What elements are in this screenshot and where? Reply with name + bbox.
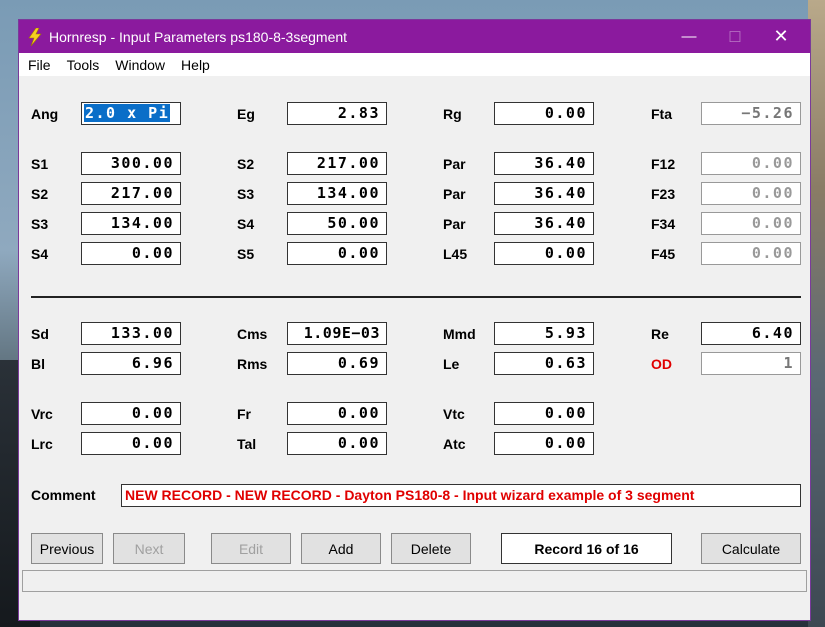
label-bl: Bl [31, 356, 45, 372]
label-cms: Cms [237, 326, 268, 342]
field-par-2[interactable]: 36.40 [494, 182, 594, 205]
field-s4[interactable]: 50.00 [287, 212, 387, 235]
label-tal: Tal [237, 436, 257, 452]
label-par-2: Par [443, 186, 466, 202]
label-s3-row3: S3 [31, 216, 49, 232]
field-mmd[interactable]: 5.93 [494, 322, 594, 345]
label-ang: Ang [31, 106, 59, 122]
status-bar [22, 570, 807, 592]
menu-tools[interactable]: Tools [60, 57, 107, 73]
label-f12: F12 [651, 156, 676, 172]
field-ang-value: 2.0 x Pi [84, 104, 171, 122]
field-s2[interactable]: 217.00 [287, 152, 387, 175]
field-tal[interactable]: 0.00 [287, 432, 387, 455]
label-eg: Eg [237, 106, 255, 122]
field-fta: −5.26 [701, 102, 801, 125]
label-fr: Fr [237, 406, 251, 422]
label-vrc: Vrc [31, 406, 53, 422]
record-indicator: Record 16 of 16 [501, 533, 672, 564]
field-s1[interactable]: 300.00 [81, 152, 181, 175]
label-comment: Comment [31, 487, 96, 503]
label-s2: S2 [237, 156, 255, 172]
next-button[interactable]: Next [113, 533, 185, 564]
label-od: OD [651, 356, 672, 372]
label-s3: S3 [237, 186, 255, 202]
field-s3-row3[interactable]: 134.00 [81, 212, 181, 235]
label-f34: F34 [651, 216, 676, 232]
comment-field[interactable]: NEW RECORD - NEW RECORD - Dayton PS180-8… [121, 484, 801, 507]
field-vtc[interactable]: 0.00 [494, 402, 594, 425]
field-eg[interactable]: 2.83 [287, 102, 387, 125]
field-lrc[interactable]: 0.00 [81, 432, 181, 455]
field-f34: 0.00 [701, 212, 801, 235]
menu-window[interactable]: Window [108, 57, 172, 73]
window-title: Hornresp - Input Parameters ps180-8-3seg… [49, 28, 348, 45]
menu-file[interactable]: File [21, 57, 58, 73]
maximize-button[interactable]: ☐ [712, 20, 758, 53]
field-f45: 0.00 [701, 242, 801, 265]
field-par-1[interactable]: 36.40 [494, 152, 594, 175]
field-le[interactable]: 0.63 [494, 352, 594, 375]
field-sd[interactable]: 133.00 [81, 322, 181, 345]
minimize-button[interactable]: — [666, 20, 712, 53]
menu-bar: File Tools Window Help [19, 53, 810, 76]
field-fr[interactable]: 0.00 [287, 402, 387, 425]
calculate-button[interactable]: Calculate [701, 533, 801, 564]
field-s4-row4[interactable]: 0.00 [81, 242, 181, 265]
label-par-3: Par [443, 216, 466, 232]
label-fta: Fta [651, 106, 672, 122]
app-window: Hornresp - Input Parameters ps180-8-3seg… [18, 19, 811, 621]
menu-help[interactable]: Help [174, 57, 217, 73]
title-bar[interactable]: Hornresp - Input Parameters ps180-8-3seg… [19, 20, 810, 53]
field-s3[interactable]: 134.00 [287, 182, 387, 205]
delete-button[interactable]: Delete [391, 533, 471, 564]
field-vrc[interactable]: 0.00 [81, 402, 181, 425]
label-re: Re [651, 326, 669, 342]
add-button[interactable]: Add [301, 533, 381, 564]
label-s1: S1 [31, 156, 49, 172]
label-sd: Sd [31, 326, 49, 342]
field-ang[interactable]: 2.0 x Pi [81, 102, 181, 125]
field-l45[interactable]: 0.00 [494, 242, 594, 265]
label-vtc: Vtc [443, 406, 465, 422]
field-cms[interactable]: 1.09E−03 [287, 322, 387, 345]
field-od: 1 [701, 352, 801, 375]
label-s4-row4: S4 [31, 246, 49, 262]
edit-button[interactable]: Edit [211, 533, 291, 564]
field-rg[interactable]: 0.00 [494, 102, 594, 125]
field-s2-row2[interactable]: 217.00 [81, 182, 181, 205]
field-re[interactable]: 6.40 [701, 322, 801, 345]
label-rms: Rms [237, 356, 268, 372]
close-button[interactable]: ✕ [758, 20, 804, 53]
label-s5: S5 [237, 246, 255, 262]
label-par-1: Par [443, 156, 466, 172]
label-f23: F23 [651, 186, 676, 202]
field-f23: 0.00 [701, 182, 801, 205]
label-atc: Atc [443, 436, 466, 452]
label-f45: F45 [651, 246, 676, 262]
label-lrc: Lrc [31, 436, 53, 452]
label-s2-row2: S2 [31, 186, 49, 202]
field-bl[interactable]: 6.96 [81, 352, 181, 375]
field-par-3[interactable]: 36.40 [494, 212, 594, 235]
field-s5[interactable]: 0.00 [287, 242, 387, 265]
field-f12: 0.00 [701, 152, 801, 175]
label-rg: Rg [443, 106, 462, 122]
label-le: Le [443, 356, 460, 372]
field-atc[interactable]: 0.00 [494, 432, 594, 455]
previous-button[interactable]: Previous [31, 533, 103, 564]
label-mmd: Mmd [443, 326, 476, 342]
field-rms[interactable]: 0.69 [287, 352, 387, 375]
label-l45: L45 [443, 246, 468, 262]
label-s4: S4 [237, 216, 255, 232]
section-divider [31, 296, 801, 298]
lightning-bolt-icon [25, 27, 45, 47]
input-parameters-form: Ang 2.0 x Pi Eg 2.83 Rg 0.00 Fta −5.26 S… [19, 76, 810, 597]
